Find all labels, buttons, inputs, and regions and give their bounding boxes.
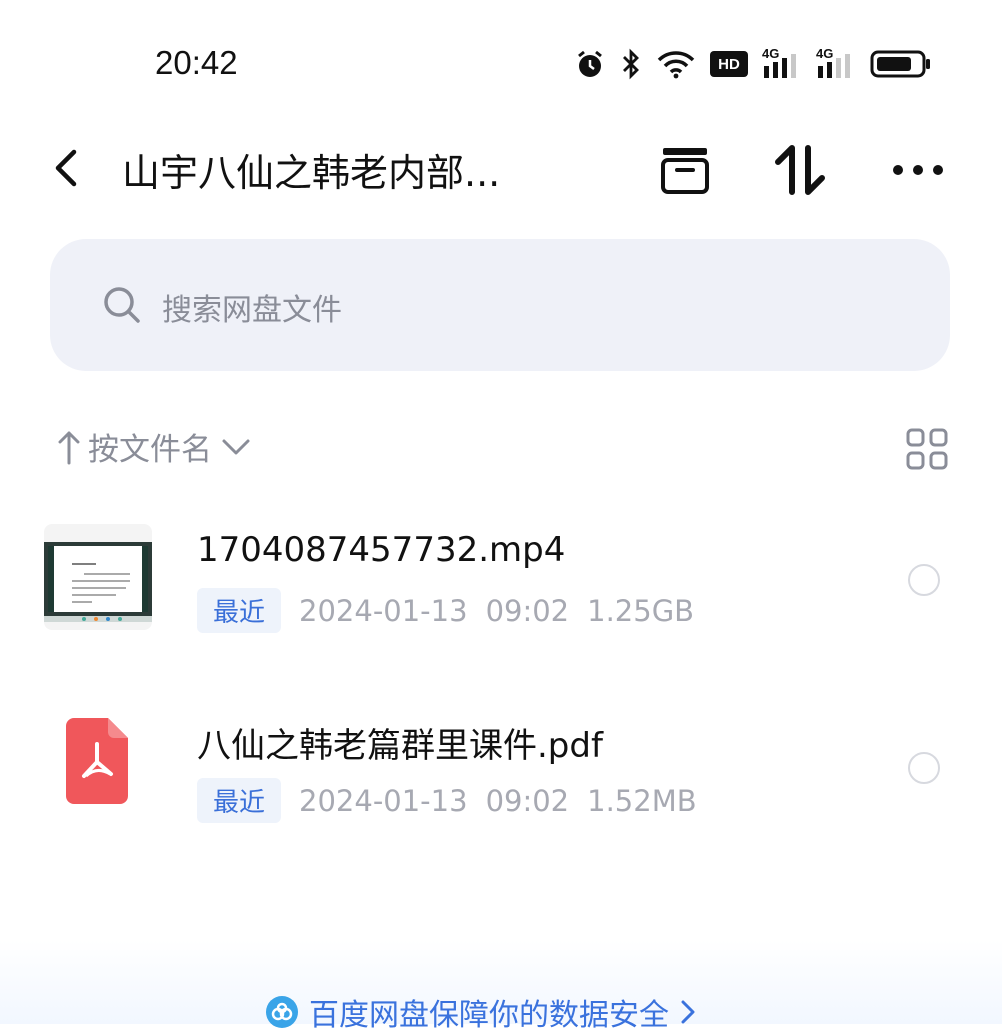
pdf-icon: [64, 716, 130, 806]
search-bar[interactable]: 搜索网盘文件: [50, 239, 950, 371]
file-size: 1.52MB: [587, 783, 697, 818]
wifi-icon: [656, 49, 696, 79]
search-placeholder: 搜索网盘文件: [162, 293, 342, 328]
file-row[interactable]: 1704087457732.mp4 最近 2024-01-13 09:02 1.…: [0, 520, 1002, 670]
battery-icon: [870, 49, 932, 79]
back-button[interactable]: [46, 146, 86, 190]
data-security-link[interactable]: 百度网盘保障你的数据安全: [265, 990, 697, 1034]
chevron-right-icon: [681, 1000, 695, 1024]
archive-icon: [661, 148, 709, 194]
sort-label: 按文件名: [88, 432, 212, 468]
grid-view-icon: [906, 428, 948, 470]
search-icon: [102, 285, 142, 329]
back-arrow-icon: [55, 149, 77, 187]
footer: 百度网盘保障你的数据安全: [0, 940, 1002, 1033]
status-icons: HD 4G 4G: [574, 44, 932, 84]
sort-icon: [775, 145, 825, 195]
file-row[interactable]: 八仙之韩老篇群里课件.pdf 最近 2024-01-13 09:02 1.52M…: [0, 712, 1002, 862]
signal-4g-icon: 4G: [816, 46, 856, 80]
page-title: 山宇八仙之韩老内部...: [122, 151, 501, 195]
select-radio[interactable]: [908, 564, 940, 596]
file-date: 2024-01-13: [299, 593, 468, 628]
hd-icon: HD: [710, 51, 748, 77]
file-date: 2024-01-13: [299, 783, 468, 818]
recent-badge: 最近: [197, 588, 282, 633]
file-name: 1704087457732.mp4: [197, 530, 566, 570]
recent-badge: 最近: [197, 778, 282, 823]
status-bar: 20:42 HD 4G 4G: [0, 0, 1002, 120]
more-icon: [893, 165, 943, 175]
more-button[interactable]: [888, 142, 948, 198]
video-thumbnail: [44, 524, 152, 630]
file-time: 09:02: [485, 593, 570, 628]
chevron-down-icon: [222, 439, 250, 454]
file-meta: 最近 2024-01-13 09:02 1.52MB: [197, 778, 697, 823]
title-bar: 山宇八仙之韩老内部...: [0, 120, 1002, 220]
sort-button[interactable]: [770, 142, 830, 198]
grid-view-button[interactable]: [906, 428, 948, 474]
archive-button[interactable]: [655, 142, 715, 198]
select-radio[interactable]: [908, 752, 940, 784]
file-meta: 最近 2024-01-13 09:02 1.25GB: [197, 588, 694, 633]
hd-label: HD: [718, 55, 740, 73]
status-time: 20:42: [155, 44, 238, 81]
file-time: 09:02: [485, 783, 570, 818]
arrow-up-icon: [58, 431, 80, 464]
footer-text: 百度网盘保障你的数据安全: [309, 998, 669, 1033]
sort-selector[interactable]: 按文件名: [58, 424, 252, 469]
signal-4g-icon: 4G: [762, 46, 802, 80]
file-name: 八仙之韩老篇群里课件.pdf: [197, 726, 603, 766]
bluetooth-icon: [620, 48, 642, 80]
file-size: 1.25GB: [587, 593, 695, 628]
alarm-icon: [574, 48, 606, 80]
